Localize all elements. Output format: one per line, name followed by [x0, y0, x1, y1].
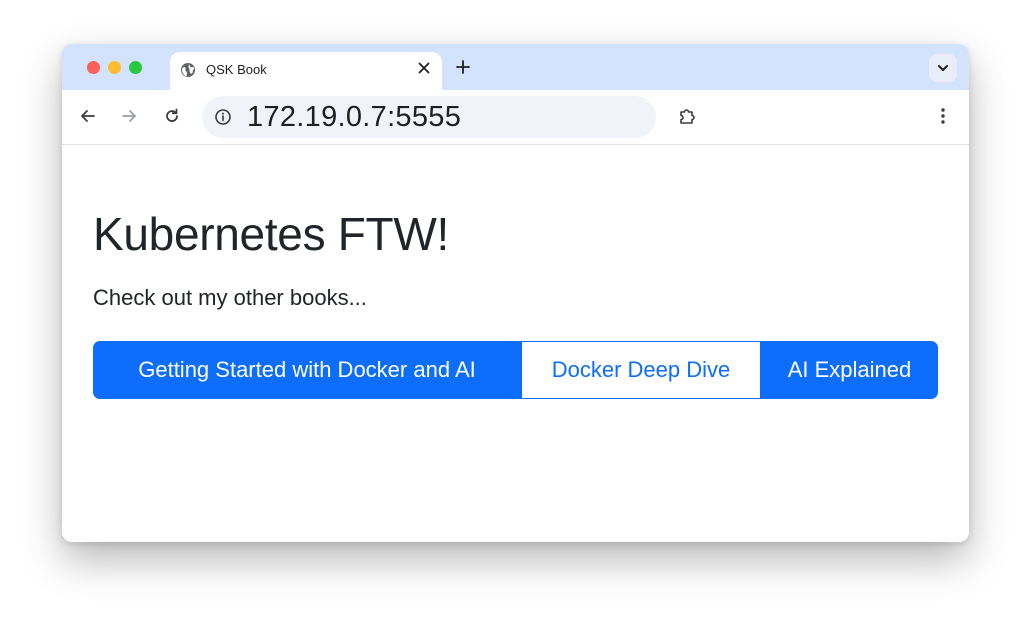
puzzle-icon[interactable]	[676, 105, 698, 127]
chevron-down-icon[interactable]	[929, 54, 957, 82]
address-bar[interactable]: 172.19.0.7:5555	[202, 96, 656, 138]
arrow-right-icon[interactable]	[117, 104, 141, 128]
info-icon[interactable]	[214, 108, 232, 126]
ai-explained-book-button[interactable]: AI Explained	[761, 341, 938, 399]
minimize-window-button[interactable]	[108, 61, 121, 74]
tab-qsk-book[interactable]: QSK Book	[170, 52, 442, 90]
close-window-button[interactable]	[87, 61, 100, 74]
url-text[interactable]: 172.19.0.7:5555	[247, 101, 461, 134]
browser-toolbar: 172.19.0.7:5555	[62, 90, 969, 145]
book-button-group: Getting Started with Docker and AI Docke…	[93, 341, 938, 399]
tab-strip: QSK Book	[62, 44, 969, 90]
plus-icon[interactable]	[452, 56, 474, 78]
docker-and-ai-book-button[interactable]: Getting Started with Docker and AI	[93, 341, 521, 399]
browser-window: QSK Book 172.19.0.7:5555 Kubernetes FTW!…	[62, 44, 969, 542]
docker-deep-dive-book-button[interactable]: Docker Deep Dive	[521, 341, 761, 399]
arrow-left-icon[interactable]	[76, 104, 100, 128]
zoom-window-button[interactable]	[129, 61, 142, 74]
reload-icon[interactable]	[160, 104, 184, 128]
page-content: Kubernetes FTW! Check out my other books…	[62, 145, 969, 542]
close-icon[interactable]	[414, 58, 434, 78]
page-title: Kubernetes FTW!	[93, 208, 449, 260]
tab-title: QSK Book	[206, 62, 267, 77]
globe-icon	[180, 62, 196, 78]
page-subtext: Check out my other books...	[93, 285, 367, 310]
kebab-menu-icon[interactable]	[932, 105, 954, 127]
